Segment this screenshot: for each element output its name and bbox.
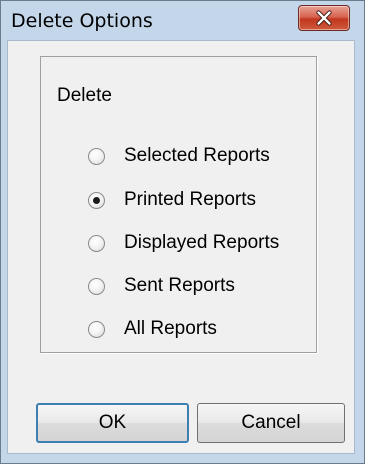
close-icon	[316, 10, 332, 26]
title-bar[interactable]: Delete Options	[1, 1, 364, 41]
delete-group-label: Delete	[53, 85, 116, 107]
option-label[interactable]: Sent Reports	[124, 275, 235, 297]
close-button[interactable]	[298, 5, 350, 31]
window-title: Delete Options	[11, 10, 153, 32]
cancel-button[interactable]: Cancel	[197, 403, 345, 443]
ok-button[interactable]: OK	[36, 403, 189, 443]
radio-unselected-icon[interactable]	[88, 148, 105, 165]
radio-dot-icon	[93, 197, 100, 204]
option-label[interactable]: Displayed Reports	[124, 232, 279, 254]
radio-selected-icon[interactable]	[88, 192, 105, 209]
option-label[interactable]: All Reports	[124, 318, 217, 340]
radio-unselected-icon[interactable]	[88, 235, 105, 252]
option-label[interactable]: Printed Reports	[124, 189, 256, 211]
option-label[interactable]: Selected Reports	[124, 145, 270, 167]
radio-unselected-icon[interactable]	[88, 321, 105, 338]
radio-unselected-icon[interactable]	[88, 278, 105, 295]
